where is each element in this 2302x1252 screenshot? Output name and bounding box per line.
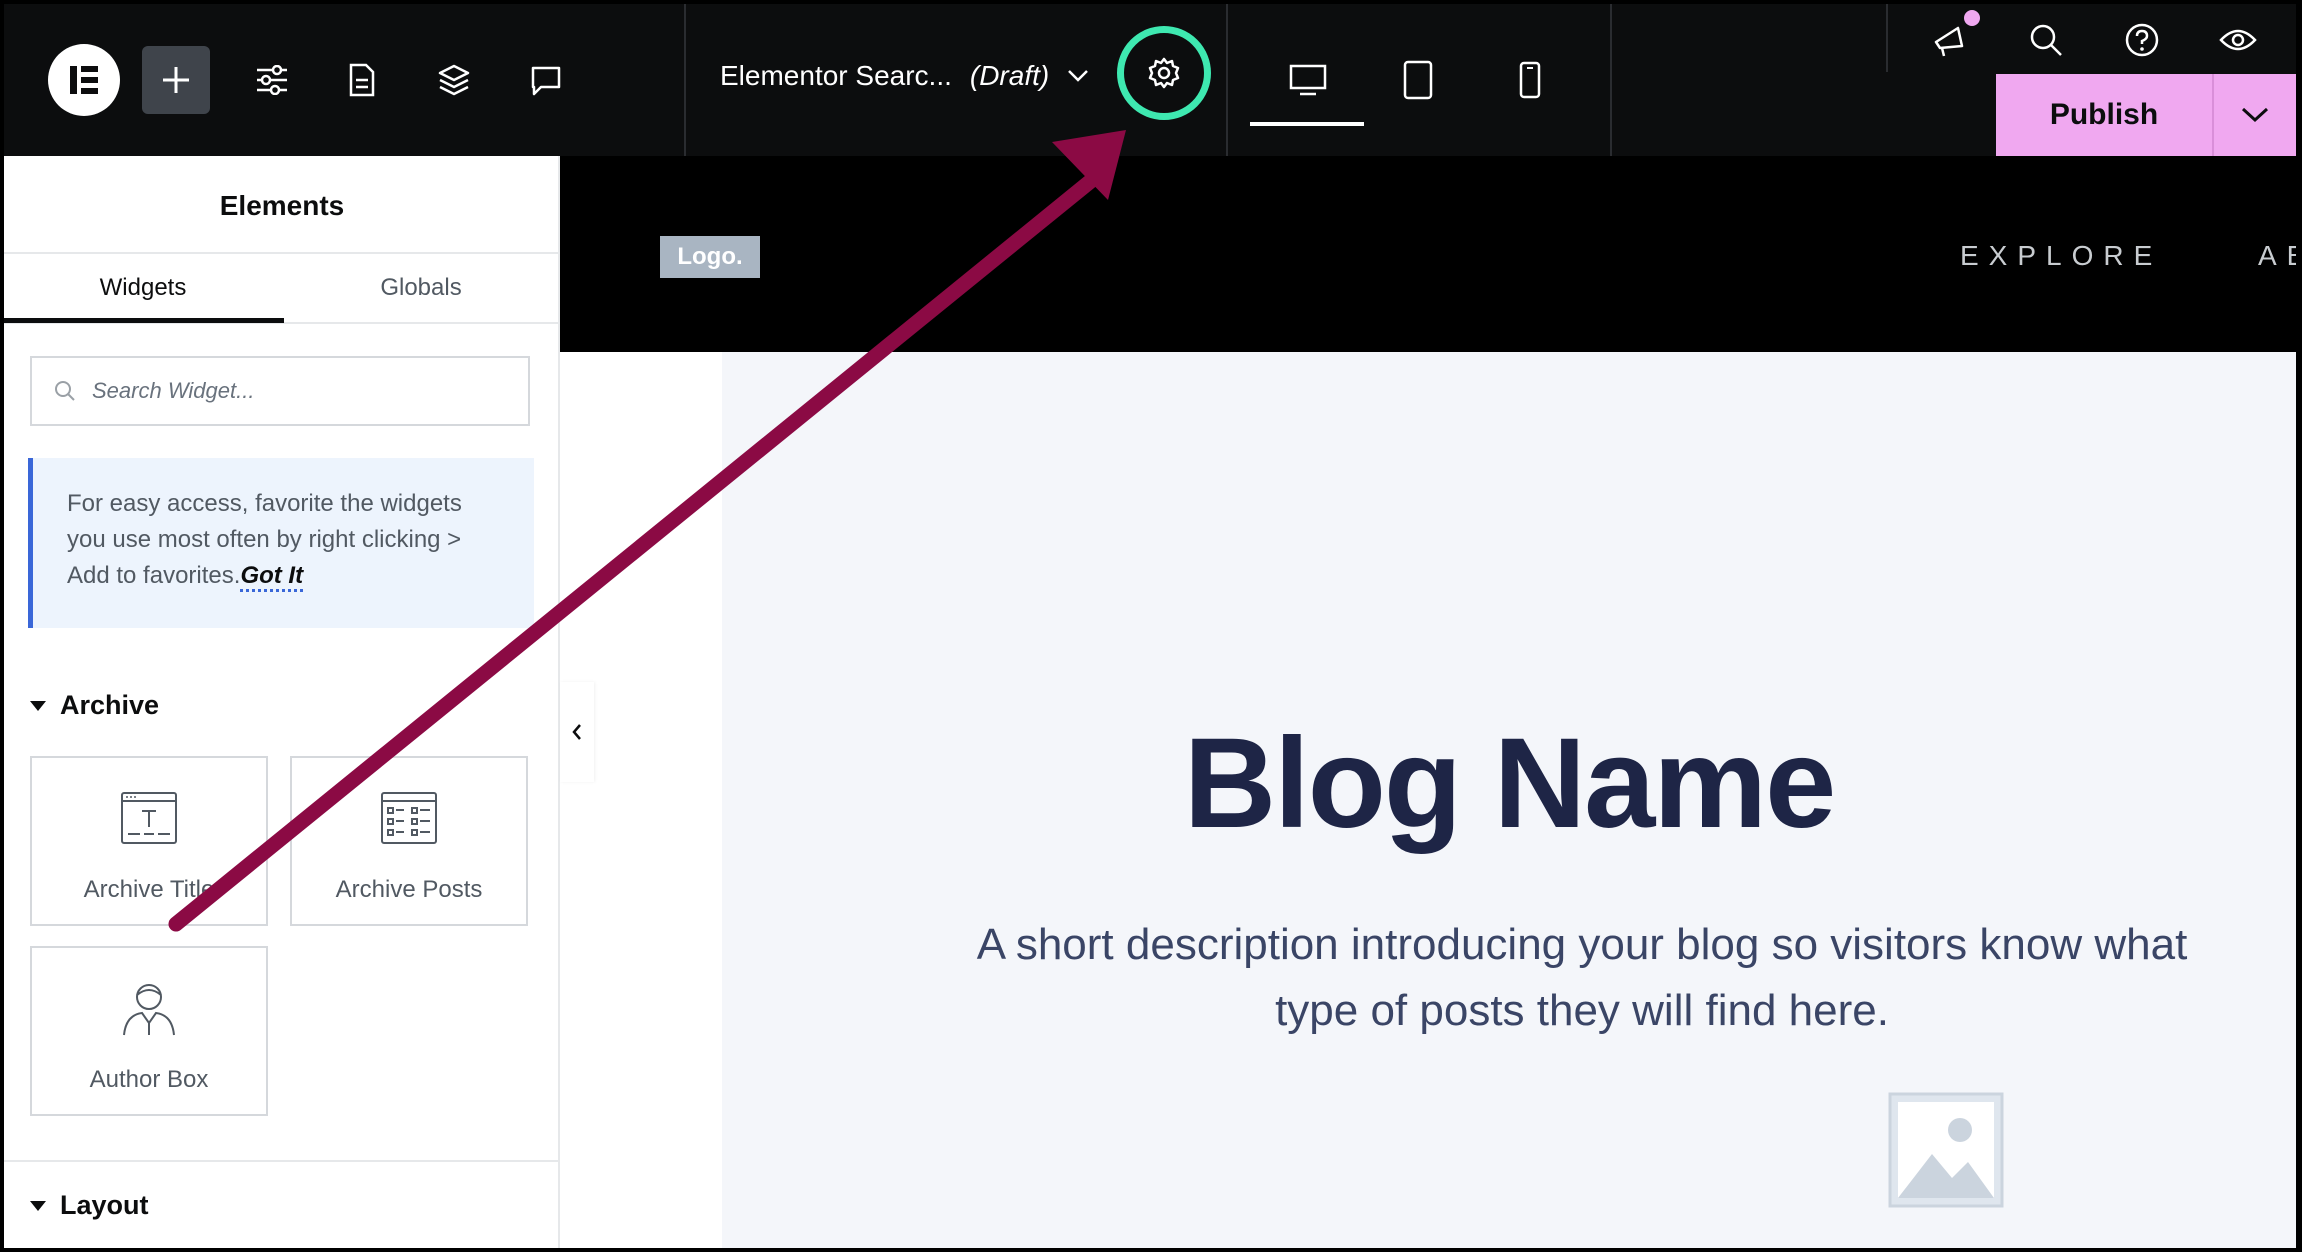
document-icon	[349, 63, 375, 97]
page-settings-button[interactable]	[1117, 26, 1211, 120]
chevron-down-icon	[2241, 107, 2269, 123]
search-button[interactable]	[2018, 12, 2074, 68]
widget-archive-posts[interactable]: Archive Posts	[290, 756, 528, 926]
document-title-menu[interactable]: Elementor Searc... (Draft)	[720, 60, 1089, 92]
plus-icon	[163, 67, 189, 93]
device-mobile-button[interactable]	[1502, 52, 1558, 108]
document-status: (Draft)	[969, 60, 1050, 91]
panel-divider	[4, 252, 560, 254]
desktop-icon	[1289, 64, 1327, 96]
widget-label: Author Box	[89, 1066, 209, 1093]
widget-label: Archive Posts	[335, 876, 483, 903]
help-button[interactable]	[2114, 12, 2170, 68]
app-window: Elementor Searc... (Draft) Publish Eleme…	[4, 4, 2296, 1248]
chevron-down-icon	[1068, 70, 1089, 82]
hero-title[interactable]: Blog Name	[722, 710, 2296, 857]
toolbar-divider	[1610, 4, 1612, 156]
active-device-indicator	[1250, 122, 1364, 126]
image-placeholder-icon	[1888, 1092, 2004, 1213]
mobile-icon	[1519, 61, 1541, 99]
site-logo[interactable]: Logo.	[660, 236, 760, 278]
active-tab-indicator	[4, 318, 284, 323]
elementor-logo-icon[interactable]	[48, 44, 120, 116]
notification-dot	[1964, 10, 1980, 26]
section-archive-header[interactable]: Archive	[30, 690, 159, 721]
preview-button[interactable]	[2210, 12, 2266, 68]
caret-down-icon	[30, 700, 46, 711]
top-bar: Elementor Searc... (Draft) Publish	[4, 4, 2296, 156]
device-desktop-button[interactable]	[1280, 52, 1336, 108]
device-tablet-button[interactable]	[1390, 52, 1446, 108]
widget-archive-title[interactable]: Archive Title	[30, 756, 268, 926]
add-element-button[interactable]	[142, 46, 210, 114]
section-layout-header[interactable]: Layout	[30, 1190, 149, 1221]
eye-icon	[2219, 29, 2257, 51]
document-title: Elementor Searc...	[720, 60, 952, 91]
search-icon	[55, 381, 75, 401]
editor-canvas: Logo. EXPLORE AB Blog Name A short descr…	[560, 156, 2296, 1248]
panel-title: Elements	[219, 190, 345, 221]
hero-section: Blog Name A short description introducin…	[722, 352, 2296, 1248]
hero-description[interactable]: A short description introducing your blo…	[932, 912, 2232, 1044]
widget-label: Archive Title	[83, 876, 215, 903]
caret-down-icon	[30, 1200, 46, 1211]
megaphone-icon	[1934, 26, 1964, 57]
page-button[interactable]	[334, 52, 390, 108]
archive-title-icon	[120, 788, 178, 848]
publish-options-button[interactable]	[2214, 74, 2296, 156]
structure-button[interactable]	[426, 52, 482, 108]
site-settings-button[interactable]	[244, 52, 300, 108]
collapse-panel-button[interactable]	[560, 682, 594, 782]
sliders-icon	[257, 65, 287, 95]
author-box-icon	[120, 978, 178, 1038]
toolbar-divider	[1226, 4, 1228, 156]
archive-posts-icon	[380, 788, 438, 848]
gear-icon	[1148, 57, 1180, 89]
toolbar-divider	[684, 4, 686, 156]
widget-author-box[interactable]: Author Box	[30, 946, 268, 1116]
site-header: Logo. EXPLORE AB	[560, 156, 2296, 352]
elements-panel: Elements Widgets Globals For easy access…	[4, 156, 560, 1248]
section-title: Layout	[60, 1190, 149, 1220]
question-circle-icon	[2125, 23, 2159, 57]
chat-bubble-icon	[531, 66, 561, 96]
layers-icon	[438, 64, 470, 96]
tablet-icon	[1403, 60, 1433, 100]
publish-button[interactable]: Publish	[1996, 74, 2212, 156]
chevron-left-icon	[572, 724, 581, 740]
search-widget-input[interactable]	[90, 377, 494, 405]
search-widget-field[interactable]	[30, 356, 530, 426]
panel-divider	[4, 1160, 560, 1162]
got-it-link[interactable]: Got It	[240, 562, 304, 592]
nav-item-explore[interactable]: EXPLORE	[1960, 240, 2162, 272]
favorites-tip: For easy access, favorite the widgets yo…	[28, 458, 534, 628]
section-title: Archive	[60, 690, 160, 720]
toolbar-divider	[1886, 4, 1888, 72]
nav-item-about[interactable]: AB	[2258, 240, 2296, 272]
comments-button[interactable]	[518, 52, 574, 108]
search-icon	[2030, 24, 2062, 56]
